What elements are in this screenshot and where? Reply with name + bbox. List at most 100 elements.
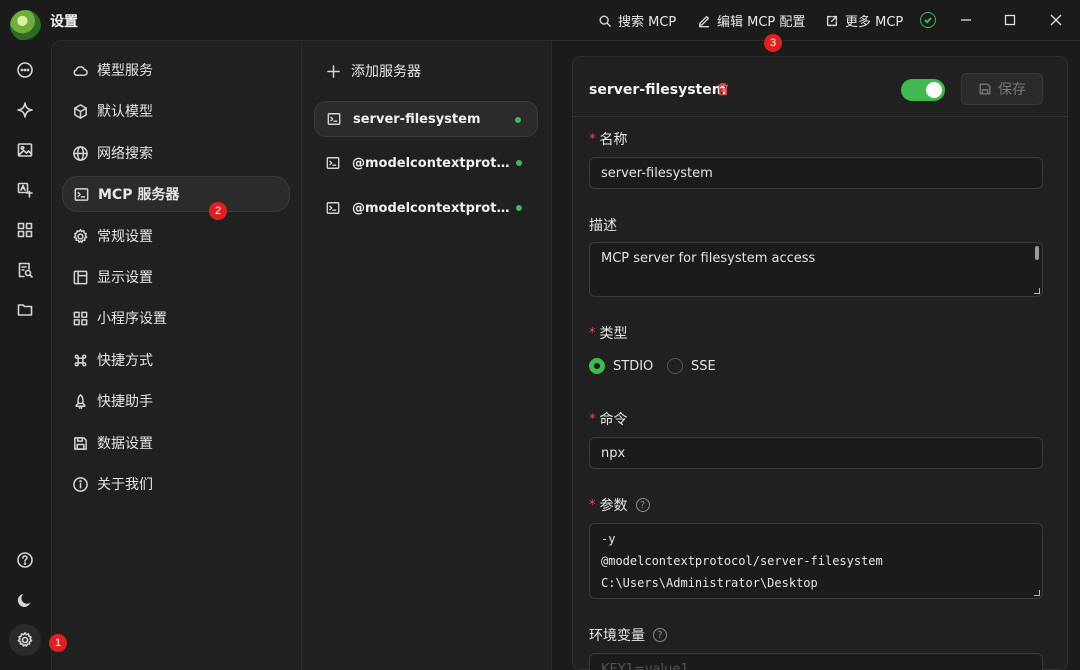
env-label: 环境变量? [589,625,667,645]
description-label: 描述 [589,218,617,234]
plus-icon [327,64,340,78]
terminal-icon [74,187,89,201]
page-title: 设置 [50,14,78,30]
minimize-icon [961,19,971,21]
server-item-modelcontextprotocol-2[interactable]: @modelcontextprotocol/server-github [314,190,538,226]
nav-item-miniapp-settings[interactable]: 小程序设置 [62,300,290,336]
rail-apps[interactable] [16,221,36,241]
rail-images[interactable] [16,141,36,161]
save-button[interactable]: 保存 [961,73,1043,105]
server-name-heading: server-filesystem [589,82,727,98]
enable-toggle[interactable] [901,79,945,101]
nav-item-quick-assistant[interactable]: 快捷助手 [62,383,290,419]
args-textarea[interactable]: -y @modelcontextprotocol/server-filesyst… [589,523,1043,599]
title-bar: 设置 搜索 MCP 编辑 MCP 配置 更多 MCP [0,0,1080,41]
server-item-modelcontextprotocol-1[interactable]: @modelcontextprotocol/server-filesystem [314,145,538,181]
cube-icon [74,103,87,119]
annotation-badge-3: 3 [764,34,782,52]
scrollbar[interactable] [1035,246,1039,260]
resize-handle[interactable] [1034,288,1040,294]
close-icon [1050,14,1062,26]
nav-item-about[interactable]: 关于我们 [62,466,290,502]
command-icon [74,354,87,366]
rail-theme[interactable] [16,591,36,611]
add-server-button[interactable]: 添加服务器 [326,61,421,81]
rail-chat[interactable] [16,61,36,81]
search-mcp-button[interactable]: 搜索 MCP [598,11,676,30]
save-icon [979,83,991,95]
nav-item-general-settings[interactable]: 常规设置 [62,218,290,254]
args-label: * 参数? [589,495,650,515]
rail-help[interactable] [16,551,36,571]
nav-item-display-settings[interactable]: 显示设置 [62,259,290,295]
help-icon [17,552,33,568]
avatar[interactable] [10,10,41,41]
nav-item-default-model[interactable]: 默认模型 [62,93,290,129]
description-textarea[interactable]: MCP server for filesystem access [589,242,1043,297]
server-detail-card: server-filesystem 保存 * 名称 server-filesyst… [572,56,1068,670]
terminal-icon [326,157,340,169]
nav-item-web-search[interactable]: 网络搜索 [62,135,290,171]
annotation-badge-2: 2 [209,202,227,220]
gear-icon [17,632,33,647]
nav-item-data-settings[interactable]: 数据设置 [62,425,290,461]
external-link-icon [826,15,838,26]
moon-icon [17,594,31,607]
help-icon[interactable]: ? [635,498,650,512]
env-textarea[interactable]: KEY1=value1 [589,653,1043,670]
delete-button[interactable] [716,82,732,98]
nav-item-model-services[interactable]: 模型服务 [62,52,290,88]
image-icon [17,143,33,157]
annotation-badge-1: 1 [49,634,67,652]
rocket-icon [75,393,86,409]
rail-files[interactable] [16,301,36,321]
rail-settings[interactable] [9,624,41,656]
close-button[interactable] [1047,11,1065,29]
edit-mcp-config-button[interactable]: 编辑 MCP 配置 [697,11,805,30]
rail-translate[interactable] [16,181,36,201]
nav-item-shortcuts[interactable]: 快捷方式 [62,342,290,378]
folder-icon [17,304,33,316]
nav-item-mcp-servers[interactable]: MCP 服务器 [62,176,290,212]
layout-icon [73,270,88,284]
check-circle-icon [920,12,936,28]
terminal-icon [327,113,341,125]
type-radio-sse[interactable]: SSE [667,358,716,374]
card-header: server-filesystem 保存 [573,57,1067,117]
trash-icon [718,83,728,96]
maximize-icon [1004,14,1016,26]
server-item-server-filesystem[interactable]: server-filesystem [314,101,538,137]
apps-grid-icon [17,222,33,238]
resize-handle[interactable] [1034,590,1040,596]
rail-agents[interactable] [16,101,36,121]
more-mcp-button[interactable]: 更多 MCP [825,11,903,30]
gear-icon [73,228,88,243]
maximize-button[interactable] [1001,11,1019,29]
name-input[interactable]: server-filesystem [589,157,1043,189]
command-input[interactable]: npx [589,437,1043,469]
document-search-icon [18,262,33,278]
settings-nav: 模型服务 默认模型 网络搜索 MCP 服务器 常规设置 显示设置 小程序设置 快… [51,40,301,670]
name-label: * 名称 [589,131,628,149]
save-icon [74,436,87,450]
minimize-button[interactable] [957,11,975,29]
type-radio-stdio[interactable]: STDIO [589,358,653,374]
type-label: * 类型 [589,325,628,343]
command-label: * 命令 [589,411,628,429]
terminal-icon [326,202,340,214]
pencil-icon [698,15,710,27]
rail-knowledge[interactable] [16,261,36,281]
server-list: 添加服务器 server-filesystem @modelcontextpro… [301,40,551,670]
globe-icon [73,145,88,161]
status-dot [515,117,521,123]
info-icon [73,476,88,492]
chat-icon [17,62,33,78]
left-rail [0,40,51,670]
translate-icon [17,182,33,198]
toggle-knob [926,82,942,98]
cloud-icon [73,65,88,76]
status-dot [516,205,522,211]
search-icon [599,14,611,27]
help-icon[interactable]: ? [653,628,667,642]
grid-icon [73,311,88,325]
